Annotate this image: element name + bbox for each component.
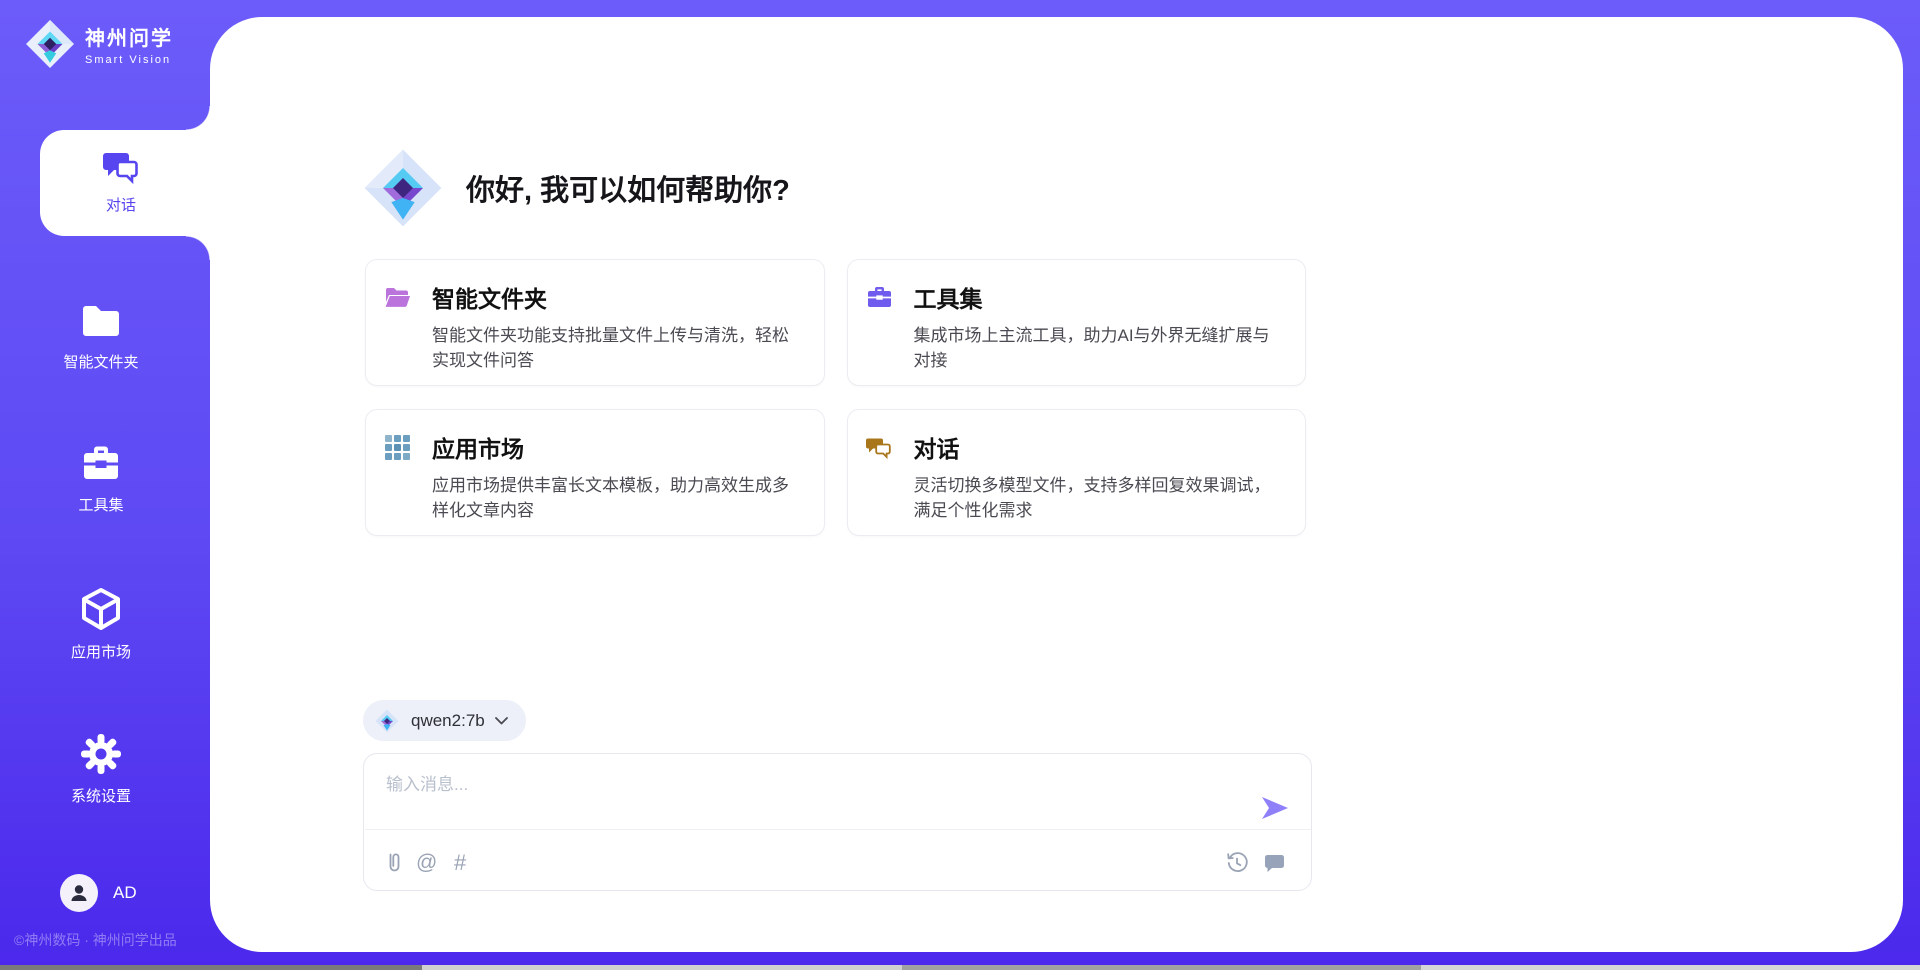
card-title: 应用市场 — [432, 430, 524, 464]
copyright-text: ©神州数码 · 神州问学出品 — [14, 930, 214, 950]
sidebar-item-label: 智能文件夹 — [0, 351, 202, 372]
avatar — [60, 874, 98, 912]
app-subtitle: Smart Vision — [85, 54, 173, 66]
attach-file-icon[interactable] — [386, 849, 402, 877]
sidebar-item-app-market[interactable]: 应用市场 — [0, 586, 202, 662]
card-description: 智能文件夹功能支持批量文件上传与清洗，轻松实现文件问答 — [432, 323, 800, 373]
person-icon — [68, 882, 90, 904]
sidebar-item-toolset[interactable]: 工具集 — [0, 441, 202, 515]
tab-fillet-top — [186, 106, 210, 130]
card-title: 工具集 — [914, 280, 983, 314]
composer-divider — [365, 829, 1311, 830]
sidebar-item-chat[interactable]: 对话 — [40, 130, 212, 236]
card-description: 灵活切换多模型文件，支持多样回复效果调试，满足个性化需求 — [914, 473, 1282, 523]
message-input[interactable] — [386, 770, 1246, 822]
tab-fillet-bottom — [186, 236, 210, 260]
card-title: 对话 — [914, 430, 960, 464]
cube-icon — [79, 586, 123, 637]
model-selector[interactable]: qwen2:7b — [363, 700, 526, 741]
send-button[interactable] — [1261, 797, 1289, 819]
toolbox-icon — [866, 284, 893, 311]
card-title: 智能文件夹 — [432, 280, 547, 314]
screen-edge-strip — [0, 965, 1920, 970]
main-content: 你好, 我可以如何帮助你? 智能文件夹 智能文件夹功能支持批量文件上传与清洗，轻… — [363, 0, 1306, 935]
send-icon — [1261, 797, 1289, 819]
card-chat[interactable]: 对话 灵活切换多模型文件，支持多样回复效果调试，满足个性化需求 — [847, 409, 1307, 536]
sidebar-item-settings[interactable]: 系统设置 — [0, 732, 202, 806]
card-description: 集成市场上主流工具，助力AI与外界无缝扩展与对接 — [914, 323, 1282, 373]
app-title: 神州问学 — [85, 22, 173, 51]
chevron-down-icon — [495, 717, 508, 725]
model-name: qwen2:7b — [411, 711, 485, 731]
hashtag-icon[interactable]: # — [454, 849, 466, 877]
card-app-market[interactable]: 应用市场 应用市场提供丰富长文本模板，助力高效生成多样化文章内容 — [365, 409, 825, 536]
greeting-text: 你好, 我可以如何帮助你? — [466, 167, 790, 209]
card-toolset[interactable]: 工具集 集成市场上主流工具，助力AI与外界无缝扩展与对接 — [847, 259, 1307, 386]
folder-icon — [78, 300, 124, 347]
chat-icon — [100, 174, 142, 191]
grid-icon — [384, 434, 411, 461]
user-initials: AD — [113, 883, 137, 903]
card-description: 应用市场提供丰富长文本模板，助力高效生成多样化文章内容 — [432, 473, 800, 523]
folder-open-icon — [384, 284, 411, 311]
chat-icon — [866, 434, 893, 461]
model-diamond-icon — [375, 709, 399, 733]
sidebar-item-label: 应用市场 — [0, 641, 202, 662]
message-composer: @ # — [363, 753, 1312, 891]
feature-cards: 智能文件夹 智能文件夹功能支持批量文件上传与清洗，轻松实现文件问答 工具集 集成… — [365, 259, 1306, 536]
app-logo: 神州问学 Smart Vision — [25, 18, 173, 70]
sidebar-item-label: 系统设置 — [0, 785, 202, 806]
sidebar-item-smart-folder[interactable]: 智能文件夹 — [0, 300, 202, 372]
brand-diamond-icon — [25, 18, 75, 70]
user-menu[interactable]: AD — [60, 874, 137, 912]
mention-icon[interactable]: @ — [416, 849, 437, 877]
history-icon[interactable] — [1226, 849, 1248, 877]
sidebar-item-label: 工具集 — [0, 494, 202, 515]
toolbox-icon — [78, 441, 124, 490]
comment-icon[interactable] — [1264, 849, 1285, 877]
assistant-diamond-icon — [363, 148, 443, 228]
card-smart-folder[interactable]: 智能文件夹 智能文件夹功能支持批量文件上传与清洗，轻松实现文件问答 — [365, 259, 825, 386]
greeting: 你好, 我可以如何帮助你? — [363, 148, 790, 228]
sidebar-item-label: 对话 — [40, 194, 202, 215]
sidebar: 神州问学 Smart Vision 对话 智能文件夹 — [0, 0, 210, 970]
gear-icon — [79, 732, 123, 781]
